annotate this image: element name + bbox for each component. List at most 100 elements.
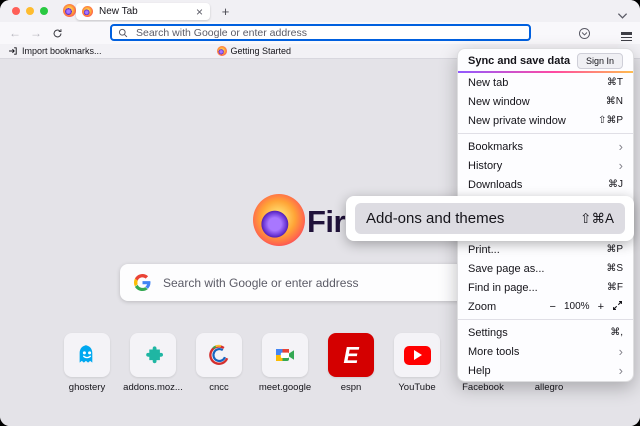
espn-logo-icon: E	[343, 342, 358, 369]
browser-window: New Tab × + ← →	[0, 0, 640, 426]
menu-shortcut: ⌘T	[607, 77, 623, 88]
bookmark-label: Getting Started	[231, 46, 292, 56]
app-menu-button[interactable]	[618, 25, 634, 41]
reload-button[interactable]	[48, 22, 66, 44]
menu-shortcut: ⌘,	[610, 327, 623, 338]
menu-item-downloads[interactable]: Downloads ⌘J	[458, 175, 633, 194]
fullscreen-expand-icon[interactable]	[612, 300, 623, 314]
bookmark-import[interactable]: Import bookmarks...	[8, 46, 102, 56]
menu-separator	[458, 133, 633, 134]
menu-item-addons-and-themes[interactable]: Add-ons and themes ⇧⌘A	[355, 203, 625, 234]
shortcut-youtube[interactable]: YouTube	[384, 333, 450, 393]
menu-label: Settings	[468, 327, 508, 339]
firefox-favicon	[217, 46, 227, 56]
menu-label: Add-ons and themes	[366, 210, 504, 227]
menu-item-settings[interactable]: Settings ⌘,	[458, 323, 633, 342]
menu-label: Downloads	[468, 179, 522, 191]
tab-bar: New Tab × +	[0, 0, 640, 23]
menu-label: Find in page...	[468, 282, 538, 294]
menu-item-print[interactable]: Print... ⌘P	[458, 240, 633, 259]
shortcut-label: addons.moz...	[120, 382, 186, 393]
sign-in-button[interactable]: Sign In	[577, 53, 623, 69]
google-g-icon	[134, 274, 151, 291]
import-icon	[8, 46, 18, 56]
youtube-play-icon	[404, 346, 431, 365]
zoom-in-button[interactable]: +	[598, 301, 604, 313]
menu-item-new-private-window[interactable]: New private window ⇧⌘P	[458, 111, 633, 130]
menu-label: Zoom	[468, 301, 496, 313]
shortcut-addons[interactable]: addons.moz...	[120, 333, 186, 393]
bookmark-getting-started[interactable]: Getting Started	[217, 46, 292, 56]
menu-shortcut: ⌘S	[606, 263, 623, 274]
submenu-chevron-icon: ›	[619, 364, 623, 377]
shortcut-espn[interactable]: E espn	[318, 333, 384, 393]
shortcut-label: cncc	[186, 382, 252, 393]
back-button[interactable]: ←	[6, 22, 24, 44]
zoom-level-value[interactable]: 100%	[564, 301, 590, 312]
url-bar[interactable]	[110, 24, 531, 41]
menu-item-more-tools[interactable]: More tools ›	[458, 342, 633, 361]
firefox-favicon	[82, 6, 93, 17]
menu-item-new-window[interactable]: New window ⌘N	[458, 92, 633, 111]
firefox-app-icon	[63, 4, 76, 17]
menu-label: New private window	[468, 115, 566, 127]
menu-item-new-tab[interactable]: New tab ⌘T	[458, 73, 633, 92]
menu-label: Help	[468, 365, 491, 377]
cncc-swoosh-icon	[206, 342, 232, 368]
puzzle-piece-icon	[141, 343, 165, 367]
menu-shortcut: ⌘J	[608, 179, 623, 190]
shortcut-cncc[interactable]: cncc	[186, 333, 252, 393]
menu-label: New window	[468, 96, 530, 108]
menu-item-find-in-page[interactable]: Find in page... ⌘F	[458, 278, 633, 297]
menu-item-help[interactable]: Help ›	[458, 361, 633, 380]
menu-shortcut: ⇧⌘P	[598, 115, 623, 126]
forward-button[interactable]: →	[27, 22, 45, 44]
submenu-chevron-icon: ›	[619, 159, 623, 172]
shortcut-label: YouTube	[384, 382, 450, 393]
menu-shortcut: ⌘P	[606, 244, 623, 255]
pocket-icon[interactable]	[576, 25, 592, 41]
google-meet-icon	[273, 343, 297, 367]
sync-title: Sync and save data	[468, 55, 570, 67]
page-search-input[interactable]	[161, 275, 506, 291]
shortcut-ghostery[interactable]: ghostery	[54, 333, 120, 393]
tab-title: New Tab	[99, 6, 195, 17]
shortcut-label: allegro	[516, 382, 582, 393]
shortcut-label: espn	[318, 382, 384, 393]
shortcut-label: Facebook	[450, 382, 516, 393]
menu-label: More tools	[468, 346, 519, 358]
submenu-chevron-icon: ›	[619, 140, 623, 153]
firefox-logo	[253, 194, 305, 246]
tab-close-icon[interactable]: ×	[195, 6, 204, 18]
menu-label: History	[468, 160, 502, 172]
menu-label: Print...	[468, 244, 500, 256]
tab-new-tab[interactable]: New Tab ×	[76, 3, 210, 20]
navigation-toolbar: ← →	[0, 22, 640, 44]
ghostery-ghost-icon	[74, 342, 100, 368]
menu-shortcut: ⌘N	[606, 96, 623, 107]
zoom-out-button[interactable]: −	[550, 301, 556, 313]
menu-item-zoom: Zoom − 100% +	[458, 297, 633, 316]
shortcut-meet[interactable]: meet.google	[252, 333, 318, 393]
menu-label: Save page as...	[468, 263, 544, 275]
menu-separator	[458, 319, 633, 320]
menu-item-save-page-as[interactable]: Save page as... ⌘S	[458, 259, 633, 278]
menu-label: New tab	[468, 77, 508, 89]
shortcut-label: ghostery	[54, 382, 120, 393]
submenu-chevron-icon: ›	[619, 345, 623, 358]
search-icon	[118, 28, 128, 38]
menu-item-history[interactable]: History ›	[458, 156, 633, 175]
bookmark-label: Import bookmarks...	[22, 46, 102, 56]
shortcut-label: meet.google	[252, 382, 318, 393]
minimize-window-button[interactable]	[26, 7, 34, 15]
url-input[interactable]	[134, 26, 523, 40]
menu-item-bookmarks[interactable]: Bookmarks ›	[458, 137, 633, 156]
new-tab-button[interactable]: +	[217, 3, 234, 20]
menu-shortcut: ⇧⌘A	[580, 211, 614, 227]
close-window-button[interactable]	[12, 7, 20, 15]
menu-label: Bookmarks	[468, 141, 523, 153]
zoom-window-button[interactable]	[40, 7, 48, 15]
menu-shortcut: ⌘F	[607, 282, 623, 293]
addons-callout: Add-ons and themes ⇧⌘A	[346, 196, 634, 241]
sync-header: Sync and save data Sign In	[458, 50, 633, 71]
